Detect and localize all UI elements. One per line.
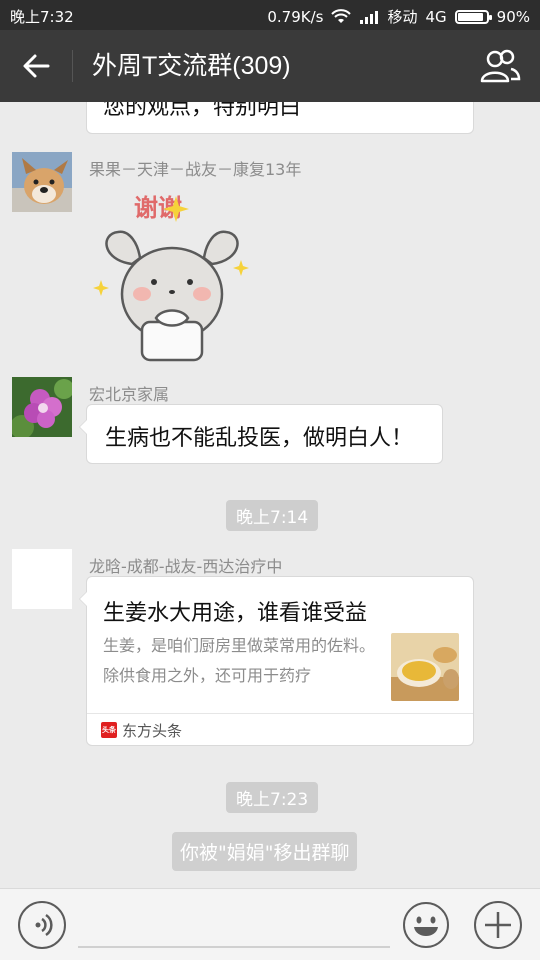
article-thumbnail [391, 633, 459, 701]
message-text: 生病也不能乱投医，做明白人！ [105, 426, 414, 451]
previous-message-text: 您的观点，特别明白 [103, 102, 302, 120]
bunny-thanks-sticker-image: 谢谢 [93, 194, 249, 362]
article-card[interactable]: 生姜水大用途，谁看谁受益 生姜，是咱们厨房里做菜常用的佐料。除供食用之外，还可用… [79, 576, 474, 746]
news-source-name: 东方头条 [122, 722, 183, 740]
system-notice: 你被"娟娟"移出群聊 [172, 832, 358, 871]
news-source-icon: 头条 [101, 722, 117, 738]
chat-header: 外周T交流群(309) [0, 30, 540, 102]
voice-icon [35, 913, 53, 937]
article-footer: 头条 东方头条 [87, 713, 473, 745]
timestamp: 晚上7:14 [226, 500, 319, 531]
input-bar [0, 888, 540, 960]
emoji-button[interactable] [402, 901, 450, 949]
back-arrow-icon[interactable] [20, 50, 52, 82]
network-type: 4G [425, 7, 447, 26]
message-bubble[interactable]: 生病也不能乱投医，做明白人！ [79, 404, 443, 464]
signal-icon [360, 10, 379, 24]
header-divider [72, 50, 73, 82]
status-right: 0.79K/s 移动 4G 90% [267, 6, 530, 27]
sender-name: 果果－天津－战友－康复13年 [89, 160, 302, 179]
message-input[interactable] [78, 946, 390, 948]
battery-fill [457, 12, 483, 21]
battery-icon [454, 9, 492, 24]
carrier: 移动 [387, 8, 418, 26]
voice-input-button[interactable] [18, 901, 66, 949]
battery-percent: 90% [496, 7, 530, 26]
group-title: 外周T交流群(309) [92, 52, 291, 80]
flower-avatar-image [12, 377, 72, 437]
wifi-icon [331, 8, 352, 23]
status-bar: 晚上7:32 0.79K/s 移动 4G 90% [0, 0, 540, 30]
dog-avatar-image [12, 152, 72, 212]
network-speed: 0.79K/s [267, 7, 324, 26]
group-members-icon[interactable] [478, 48, 522, 84]
plus-icon [485, 912, 511, 938]
ginger-image [391, 633, 459, 701]
thanks-sticker[interactable]: 谢谢 [92, 182, 252, 362]
avatar-blank[interactable] [12, 549, 72, 609]
avatar-flower[interactable] [12, 377, 72, 437]
more-options-button[interactable] [474, 901, 522, 949]
chat-area[interactable]: 您的观点，特别明白 果果－天津－战友－康复13年 谢谢 宏北京家属 生病也不能乱… [0, 102, 540, 888]
sender-name: 宏北京家属 [89, 385, 170, 404]
avatar-dog[interactable] [12, 152, 72, 212]
sender-name: 龙晗-成都-战友-西达治疗中 [89, 557, 283, 576]
timestamp: 晚上7:23 [226, 782, 319, 813]
previous-message-bubble[interactable]: 您的观点，特别明白 [86, 102, 474, 134]
article-description: 生姜，是咱们厨房里做菜常用的佐料。除供食用之外，还可用于药疗 [103, 636, 376, 685]
status-time: 晚上7:32 [10, 8, 74, 26]
article-title: 生姜水大用途，谁看谁受益 [103, 601, 368, 626]
